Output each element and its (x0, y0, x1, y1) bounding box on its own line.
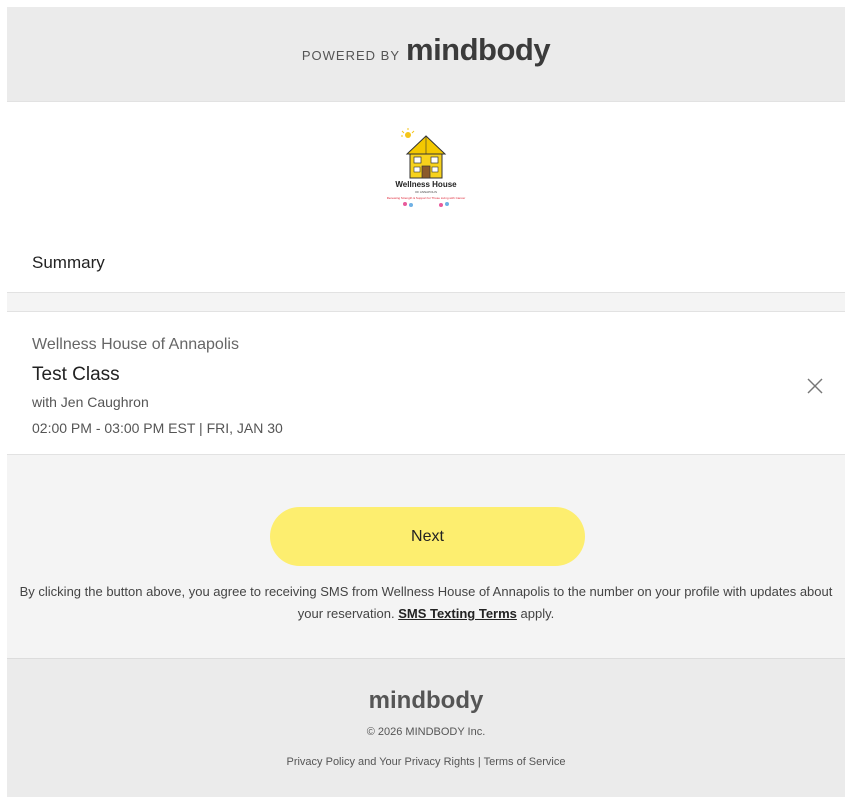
sms-texting-terms-link[interactable]: SMS Texting Terms (398, 606, 517, 621)
footer-link-separator: | (477, 756, 481, 768)
booking-studio-name: Wellness House of Annapolis (32, 336, 239, 353)
terms-of-service-link[interactable]: Terms of Service (484, 756, 566, 768)
studio-logo: Wellness House OF ANNAPOLIS Renewing Str… (381, 126, 471, 210)
remove-booking-button[interactable] (805, 376, 825, 396)
studio-logo-section: Wellness House OF ANNAPOLIS Renewing Str… (7, 101, 845, 235)
footer-copyright: © 2026 MINDBODY Inc. (366, 726, 486, 738)
booking-instructor: with Jen Caughron (32, 394, 149, 410)
powered-by-text: POWERED BY (301, 48, 400, 63)
powered-by-header: POWERED BY mindbody (7, 7, 845, 101)
booking-time: 02:00 PM - 03:00 PM EST | FRI, JAN 30 (32, 420, 283, 436)
consent-text-after: apply. (516, 606, 555, 621)
close-icon (807, 378, 823, 394)
studio-logo-tagline: Renewing Strength & Support for Those Li… (386, 196, 466, 200)
next-button[interactable]: Next (270, 507, 585, 566)
footer-links: Privacy Policy and Your Privacy Rights |… (7, 756, 845, 768)
footer-mindbody-logo: mindbody (368, 687, 484, 714)
booking-class-name: Test Class (32, 364, 120, 385)
powered-by-badge: POWERED BY mindbody (301, 32, 551, 68)
privacy-policy-link[interactable]: Privacy Policy and Your Privacy Rights (286, 756, 474, 768)
page-frame: POWERED BY mindbody Wellness House OF AN… (7, 7, 845, 797)
summary-header: Summary (7, 234, 845, 293)
summary-title: Summary (32, 253, 105, 272)
footer: mindbody © 2026 MINDBODY Inc. Privacy Po… (7, 658, 845, 797)
mindbody-logo: mindbody (406, 32, 551, 67)
studio-logo-sub: OF ANNAPOLIS (414, 190, 437, 194)
sms-consent-text: By clicking the button above, you agree … (7, 581, 845, 625)
studio-logo-name: Wellness House (395, 180, 457, 189)
booking-card: Wellness House of Annapolis Test Class w… (7, 311, 845, 455)
